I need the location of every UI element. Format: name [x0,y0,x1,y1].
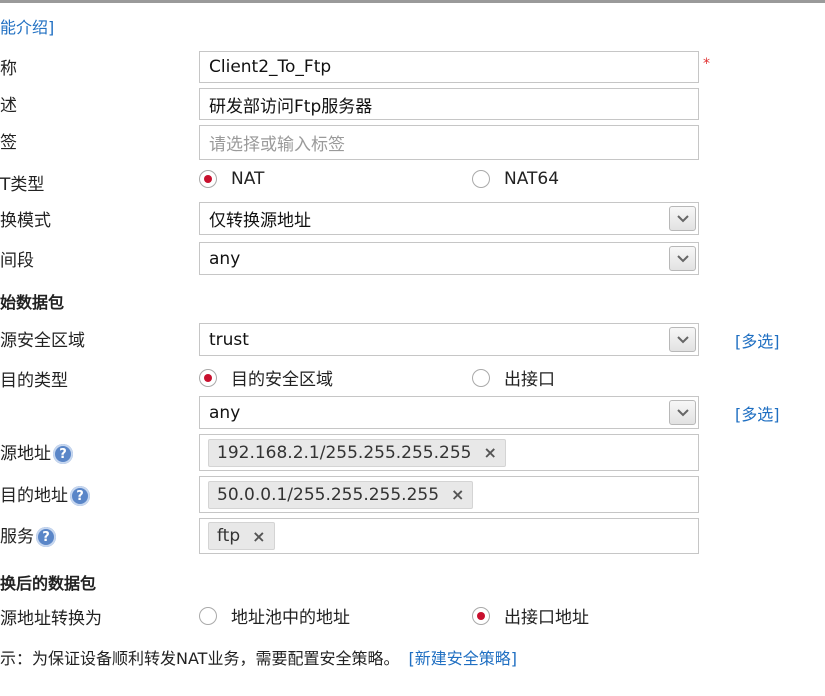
src-translate-radio-interface[interactable]: 出接口地址 [472,603,589,628]
remove-icon[interactable]: × [252,527,265,546]
name-input-value: Client2_To_Ftp [209,57,332,77]
src-addr-tag: 192.168.2.1/255.255.255.255 × [208,438,506,467]
src-addr-label-text: 源地址 [0,444,51,464]
src-zone-multi-link[interactable]: [多选] [735,328,780,352]
dst-zone-select-value: any [209,402,241,423]
src-addr-input[interactable]: 192.168.2.1/255.255.255.255 × [199,434,699,471]
new-policy-link[interactable]: [新建安全策略] [409,649,518,668]
chevron-down-icon[interactable] [669,206,696,231]
radio-unselected-icon[interactable] [472,368,490,387]
src-translate-option-interface: 出接口地址 [504,608,589,628]
name-input[interactable]: Client2_To_Ftp [199,51,699,83]
tag-label: 签 [0,133,17,153]
src-translate-option-pool: 地址池中的地址 [231,608,350,628]
time-range-label: 间段 [0,251,34,271]
radio-selected-icon[interactable] [472,606,490,625]
chevron-down-icon[interactable] [669,246,696,271]
dst-zone-select[interactable]: any [199,396,699,429]
dst-zone-multi-link[interactable]: [多选] [735,401,780,425]
help-icon[interactable]: ? [53,444,73,464]
translated-packet-title: 换后的数据包 [0,574,97,593]
top-border [0,0,825,3]
feature-intro-link[interactable]: 能介绍] [0,14,54,38]
time-range-select-value: any [209,248,241,269]
radio-unselected-icon[interactable] [472,170,490,188]
dst-type-option-zone: 目的安全区域 [231,370,333,390]
src-zone-select[interactable]: trust [199,323,699,356]
chevron-down-icon[interactable] [669,400,696,425]
dst-addr-tag: 50.0.0.1/255.255.255.255 × [208,480,474,509]
dst-type-radio-interface[interactable]: 出接口 [472,365,555,390]
src-zone-select-value: trust [209,329,249,350]
nat-type-radio-nat64[interactable]: NAT64 [472,169,559,189]
nat-type-option-nat64: NAT64 [504,169,560,189]
dst-type-option-interface: 出接口 [504,370,555,390]
src-addr-tag-text: 192.168.2.1/255.255.255.255 [217,442,472,463]
src-translate-radio-pool[interactable]: 地址池中的地址 [199,603,350,628]
nat-type-radio-nat[interactable]: NAT [199,169,264,189]
service-input[interactable]: ftp × [199,518,699,554]
service-tag: ftp × [208,522,275,550]
src-translate-label: 源地址转换为 [0,609,102,629]
service-tag-text: ftp [217,526,241,546]
nat-type-label: T类型 [0,175,45,195]
dst-addr-label: 目的地址? [0,481,90,506]
dst-addr-input[interactable]: 50.0.0.1/255.255.255.255 × [199,476,699,513]
mode-select-value: 仅转换源地址 [209,211,311,231]
mode-select[interactable]: 仅转换源地址 [199,202,699,235]
help-icon[interactable]: ? [36,527,56,547]
help-icon[interactable]: ? [70,486,90,506]
description-input[interactable]: 研发部访问Ftp服务器 [199,88,699,120]
dst-type-radio-zone[interactable]: 目的安全区域 [199,365,333,390]
remove-icon[interactable]: × [451,485,464,504]
dst-addr-label-text: 目的地址 [0,486,68,506]
service-label-text: 服务 [0,527,34,547]
dst-type-label: 目的类型 [0,371,68,391]
required-mark: * [703,56,710,72]
description-input-value: 研发部访问Ftp服务器 [209,96,373,117]
tag-input-placeholder: 请选择或输入标签 [209,135,345,155]
description-label: 述 [0,96,17,116]
radio-selected-icon[interactable] [199,368,217,387]
original-packet-title: 始数据包 [0,293,65,312]
chevron-down-icon[interactable] [669,327,696,352]
footer-tip-text: 示：为保证设备顺利转发NAT业务，需要配置安全策略。 [0,649,400,668]
nat-type-option-nat: NAT [231,169,265,189]
dst-addr-tag-text: 50.0.0.1/255.255.255.255 [217,484,440,505]
footer-tip: 示：为保证设备顺利转发NAT业务，需要配置安全策略。 [新建安全策略] [0,645,517,669]
tag-input[interactable]: 请选择或输入标签 [199,125,699,160]
time-range-select[interactable]: any [199,242,699,275]
src-zone-label: 源安全区域 [0,331,85,351]
mode-label: 换模式 [0,211,51,231]
src-addr-label: 源地址? [0,439,73,464]
radio-unselected-icon[interactable] [199,606,217,625]
remove-icon[interactable]: × [483,443,496,462]
name-label: 称 [0,59,17,79]
radio-selected-icon[interactable] [199,170,217,188]
service-label: 服务? [0,522,56,547]
